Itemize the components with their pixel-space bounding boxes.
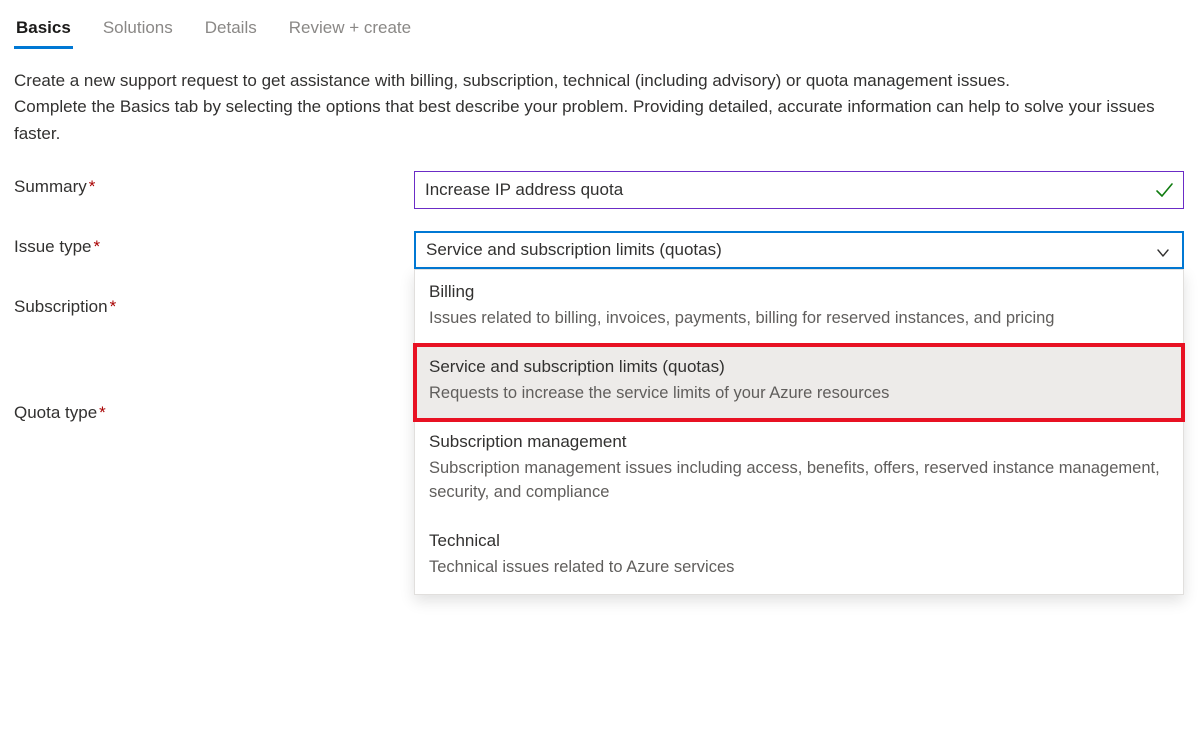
tabs: Basics Solutions Details Review + create <box>14 12 1186 50</box>
row-issue-type: Issue type* Service and subscription lim… <box>14 231 1186 269</box>
label-quota-type: Quota type* <box>14 397 414 423</box>
required-asterisk: * <box>89 177 96 196</box>
option-service-limits[interactable]: Service and subscription limits (quotas)… <box>415 345 1183 420</box>
intro-text: Create a new support request to get assi… <box>14 68 1174 147</box>
tab-details[interactable]: Details <box>203 12 259 49</box>
label-subscription-text: Subscription <box>14 297 108 316</box>
option-desc: Technical issues related to Azure servic… <box>429 555 1169 580</box>
label-quota-type-text: Quota type <box>14 403 97 422</box>
option-desc: Subscription management issues including… <box>429 456 1169 506</box>
option-desc: Requests to increase the service limits … <box>429 381 1169 406</box>
option-title: Service and subscription limits (quotas) <box>429 357 1169 377</box>
chevron-down-icon <box>1156 245 1170 265</box>
option-title: Technical <box>429 531 1169 551</box>
row-summary: Summary* <box>14 171 1186 209</box>
option-billing[interactable]: Billing Issues related to billing, invoi… <box>415 270 1183 345</box>
label-subscription: Subscription* <box>14 291 414 317</box>
tab-basics[interactable]: Basics <box>14 12 73 49</box>
tab-solutions[interactable]: Solutions <box>101 12 175 49</box>
label-summary: Summary* <box>14 171 414 197</box>
issue-type-dropdown: Billing Issues related to billing, invoi… <box>414 269 1184 595</box>
option-desc: Issues related to billing, invoices, pay… <box>429 306 1169 331</box>
option-subscription-mgmt[interactable]: Subscription management Subscription man… <box>415 420 1183 520</box>
label-issue-type-text: Issue type <box>14 237 92 256</box>
summary-input[interactable] <box>414 171 1184 209</box>
issue-type-value: Service and subscription limits (quotas) <box>426 240 722 260</box>
required-asterisk: * <box>94 237 101 256</box>
required-asterisk: * <box>99 403 106 422</box>
label-summary-text: Summary <box>14 177 87 196</box>
option-technical[interactable]: Technical Technical issues related to Az… <box>415 519 1183 594</box>
required-asterisk: * <box>110 297 117 316</box>
option-title: Subscription management <box>429 432 1169 452</box>
option-title: Billing <box>429 282 1169 302</box>
label-issue-type: Issue type* <box>14 231 414 257</box>
issue-type-select[interactable]: Service and subscription limits (quotas) <box>414 231 1184 269</box>
tab-review-create[interactable]: Review + create <box>287 12 413 49</box>
